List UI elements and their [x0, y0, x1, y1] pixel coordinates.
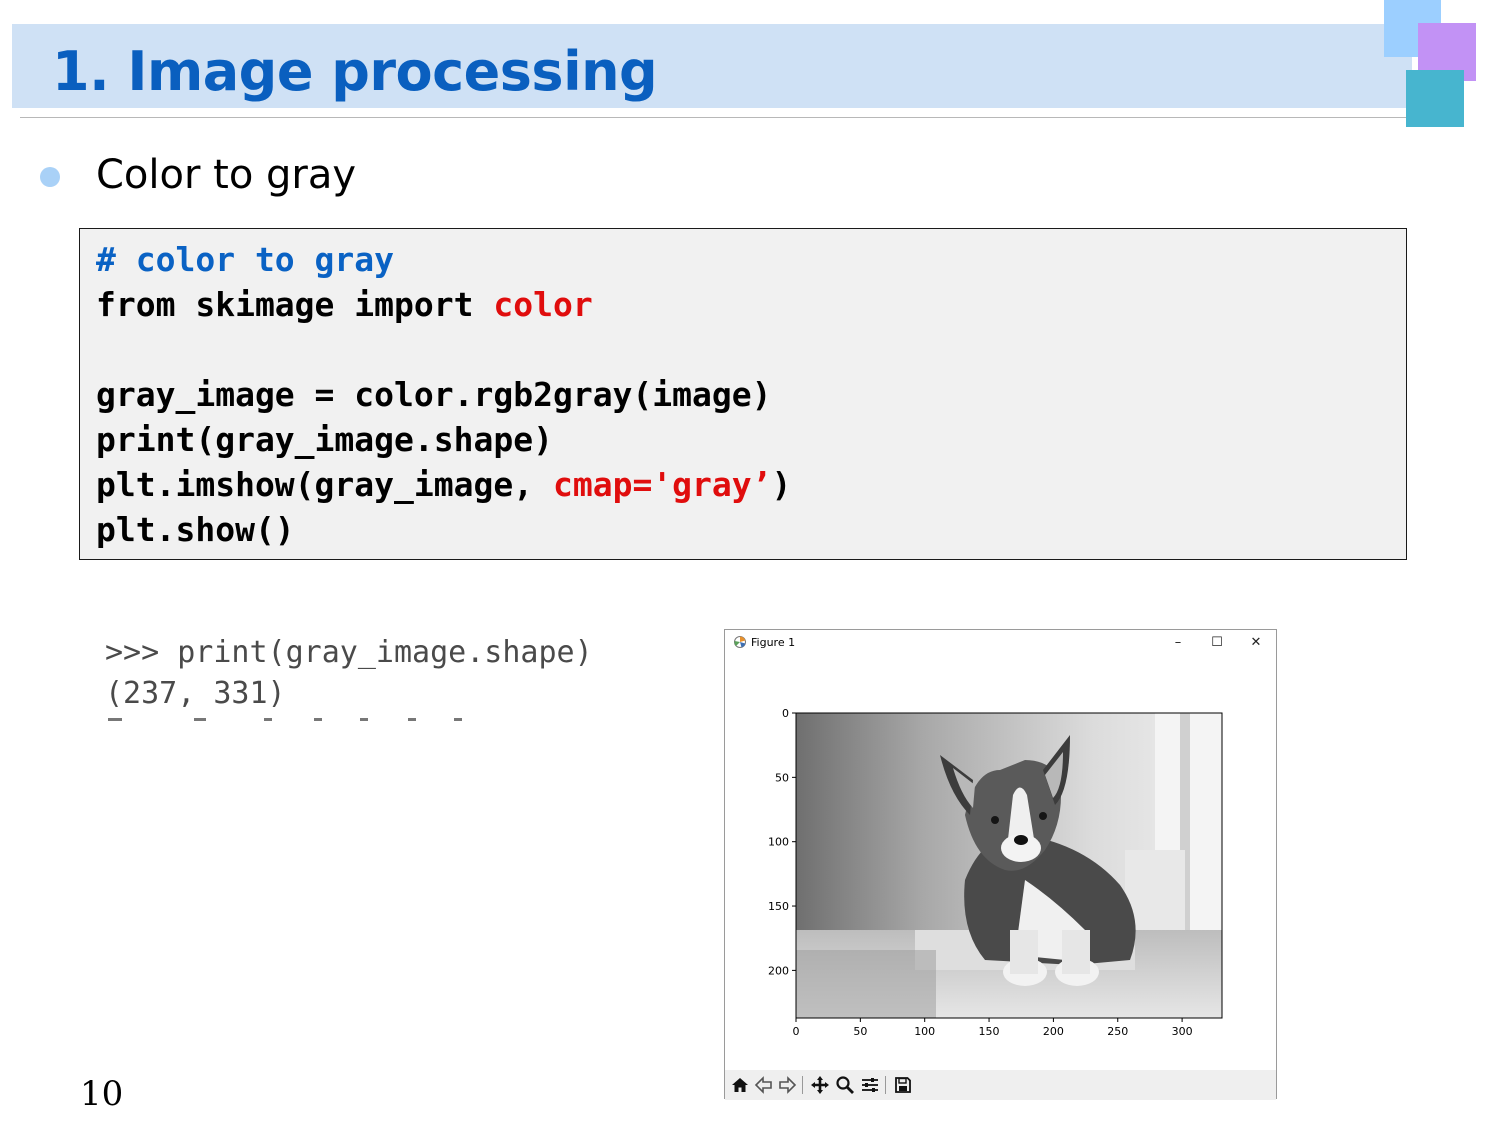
code-imshow-suffix: ) — [771, 465, 792, 504]
x-tick-label: 50 — [853, 1025, 867, 1038]
code-imshow-prefix: plt.imshow(gray_image, — [96, 465, 553, 504]
back-arrow-icon[interactable] — [754, 1075, 774, 1095]
code-line-print: print(gray_image.shape) — [96, 420, 553, 459]
code-import-name: color — [493, 285, 593, 324]
y-tick-label: 200 — [768, 964, 789, 977]
zoom-icon[interactable] — [835, 1075, 855, 1095]
code-line-show: plt.show() — [96, 510, 295, 549]
console-line-result: (237, 331) — [105, 676, 286, 711]
decor-square-teal — [1406, 70, 1464, 127]
code-content: # color to gray from skimage import colo… — [96, 237, 791, 552]
page-number: 10 — [80, 1074, 124, 1114]
code-comment: # color to gray — [96, 240, 395, 279]
x-tick-label: 300 — [1172, 1025, 1193, 1038]
save-icon[interactable] — [893, 1075, 913, 1095]
bullet-text: Color to gray — [96, 152, 357, 198]
code-imshow-arg: cmap='gray’ — [552, 465, 772, 504]
bullet-dot — [40, 167, 60, 187]
x-tick-label: 0 — [793, 1025, 800, 1038]
code-block: # color to gray from skimage import colo… — [79, 228, 1407, 560]
code-import-prefix: from skimage import — [96, 285, 494, 324]
console-output: >>> print(gray_image.shape) (237, 331) — [105, 632, 593, 714]
figure-toolbar — [725, 1070, 1276, 1100]
y-tick-label: 100 — [768, 836, 789, 849]
toolbar-separator — [802, 1076, 803, 1094]
grayscale-dog-image — [796, 713, 1222, 1018]
slide-title: 1. Image processing — [52, 40, 658, 103]
y-axis: 0 50 100 150 200 — [768, 707, 796, 977]
console-cutoff-text — [108, 718, 462, 721]
console-line-command: >>> print(gray_image.shape) — [105, 635, 593, 670]
y-tick-label: 50 — [775, 771, 789, 784]
configure-subplots-icon[interactable] — [860, 1075, 880, 1095]
code-line-assign: gray_image = color.rgb2gray(image) — [96, 375, 772, 414]
toolbar-separator — [885, 1076, 886, 1094]
pan-icon[interactable] — [810, 1075, 830, 1095]
x-tick-label: 150 — [979, 1025, 1000, 1038]
x-axis: 0 50 100 150 200 250 300 — [793, 1018, 1193, 1038]
figure-window[interactable]: Figure 1 – ☐ ✕ 0 50 100 150 200 0 50 100… — [724, 629, 1277, 1100]
y-tick-label: 0 — [782, 707, 789, 720]
x-tick-label: 250 — [1107, 1025, 1128, 1038]
forward-arrow-icon[interactable] — [777, 1075, 797, 1095]
y-tick-label: 150 — [768, 900, 789, 913]
x-tick-label: 100 — [914, 1025, 935, 1038]
plot-area: 0 50 100 150 200 0 50 100 150 200 250 300 — [768, 707, 1223, 1038]
title-divider — [20, 117, 1408, 118]
home-icon[interactable] — [730, 1075, 750, 1095]
x-tick-label: 200 — [1043, 1025, 1064, 1038]
